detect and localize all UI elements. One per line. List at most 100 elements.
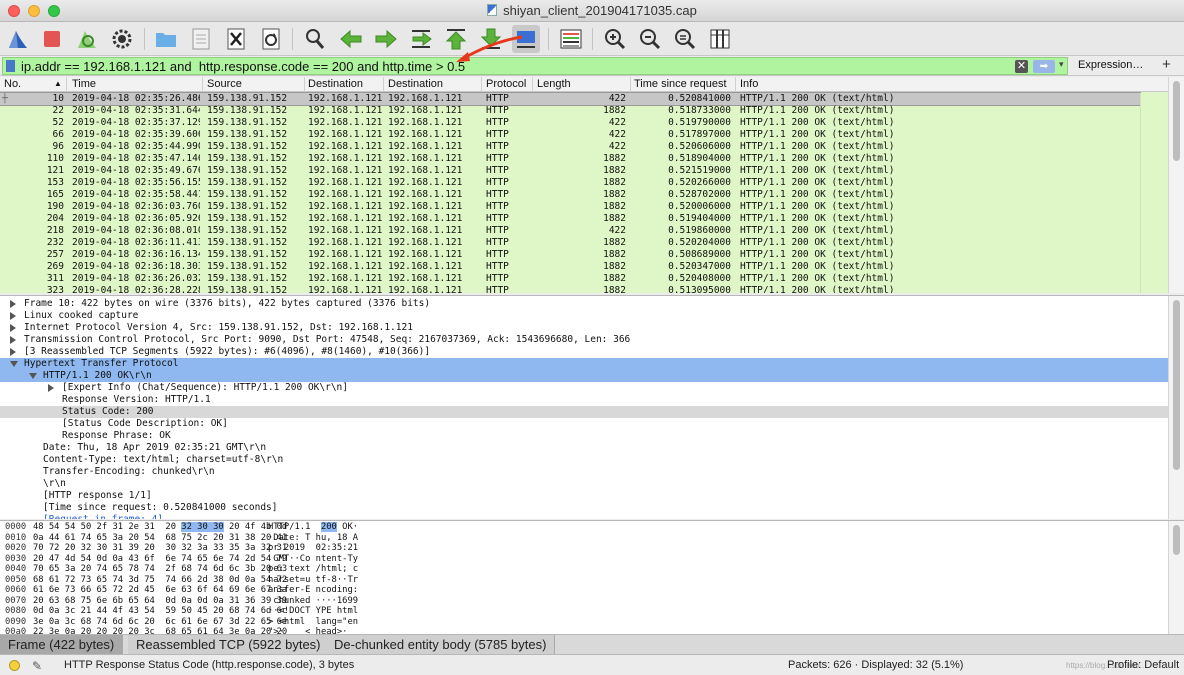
tab-reassembled-tcp[interactable]: Reassembled TCP (5922 bytes) [128, 635, 330, 655]
detail-tree-item[interactable]: [HTTP response 1/1] [0, 490, 1168, 502]
detail-tree-item[interactable]: Linux cooked capture [0, 310, 1168, 322]
column-header-protocol[interactable]: Protocol [486, 78, 526, 90]
detail-tree-item[interactable]: [3 Reassembled TCP Segments (5922 bytes)… [0, 346, 1168, 358]
restart-capture-icon[interactable] [73, 25, 101, 53]
bytes-row[interactable]: 0020 70 72 20 32 30 31 39 20 30 32 3a 33 … [0, 543, 1160, 554]
column-header-time-since-request[interactable]: Time since request [634, 78, 727, 90]
packet-row[interactable]: 121 2019-04-18 02:35:49.676… 159.138.91.15… [0, 165, 1140, 177]
detail-tree-item[interactable]: Internet Protocol Version 4, Src: 159.13… [0, 322, 1168, 334]
capture-comment-icon[interactable]: ✎ [32, 659, 42, 673]
packet-row[interactable]: 165 2019-04-18 02:35:58.441… 159.138.91.15… [0, 189, 1140, 201]
packet-row[interactable]: 66 2019-04-18 02:35:39.606… 159.138.91.152… [0, 129, 1140, 141]
detail-tree-item[interactable]: Transfer-Encoding: chunked\r\n [0, 466, 1168, 478]
add-filter-button[interactable]: + [1162, 56, 1171, 73]
packet-details-scrollbar-thumb[interactable] [1173, 300, 1180, 470]
zoom-normal-icon[interactable] [671, 25, 699, 53]
packet-bytes-scrollbar[interactable] [1168, 521, 1184, 634]
expand-arrow-icon[interactable] [10, 336, 16, 344]
packet-list-scrollbar[interactable] [1168, 77, 1184, 293]
packet-row[interactable]: 257 2019-04-18 02:36:16.134… 159.138.91.15… [0, 249, 1140, 261]
packet-row[interactable]: 269 2019-04-18 02:36:18.303… 159.138.91.15… [0, 261, 1140, 273]
bytes-row[interactable]: 0040 70 65 3a 20 74 65 78 74 2f 68 74 6d … [0, 564, 1160, 575]
bytes-row[interactable]: 0030 20 47 4d 54 0d 0a 43 6f 6e 74 65 6e … [0, 554, 1160, 565]
detail-tree-item[interactable]: Hypertext Transfer Protocol [0, 358, 1168, 370]
find-packet-icon[interactable] [301, 25, 329, 53]
packet-row[interactable]: 218 2019-04-18 02:36:08.010… 159.138.91.15… [0, 225, 1140, 237]
go-back-icon[interactable] [337, 25, 365, 53]
expert-info-led-icon[interactable] [9, 660, 20, 671]
resize-columns-icon[interactable] [706, 25, 734, 53]
detail-tree-item[interactable]: Frame 10: 422 bytes on wire (3376 bits),… [0, 298, 1168, 310]
close-file-icon[interactable] [222, 25, 250, 53]
open-file-icon[interactable] [152, 25, 180, 53]
column-header-info[interactable]: Info [740, 78, 758, 90]
detail-tree-item[interactable]: [Status Code Description: OK] [0, 418, 1168, 430]
column-header-no[interactable]: No. [4, 78, 21, 90]
save-file-icon[interactable] [187, 25, 215, 53]
expression-button[interactable]: Expression… [1078, 59, 1143, 71]
detail-tree-item[interactable]: Transmission Control Protocol, Src Port:… [0, 334, 1168, 346]
bytes-row[interactable]: 0080 0d 0a 3c 21 44 4f 43 54 59 50 45 20 … [0, 606, 1160, 617]
expand-arrow-icon[interactable] [10, 300, 16, 308]
detail-tree-item[interactable]: Status Code: 200 [0, 406, 1168, 418]
go-to-packet-icon[interactable] [407, 25, 435, 53]
packet-bytes-scrollbar-thumb[interactable] [1173, 525, 1180, 555]
detail-tree-item[interactable]: Date: Thu, 18 Apr 2019 02:35:21 GMT\r\n [0, 442, 1168, 454]
packet-row[interactable]: 311 2019-04-18 02:36:26.032… 159.138.91.15… [0, 273, 1140, 285]
detail-tree-item[interactable]: [Request in frame: 4] [0, 514, 1168, 519]
packet-row[interactable]: 22 2019-04-18 02:35:31.644… 159.138.91.152… [0, 105, 1140, 117]
go-forward-icon[interactable] [372, 25, 400, 53]
apply-filter-icon[interactable]: ➡ [1033, 60, 1055, 73]
expand-arrow-icon[interactable] [48, 384, 54, 392]
packet-row[interactable]: 110 2019-04-18 02:35:47.146… 159.138.91.15… [0, 153, 1140, 165]
packet-row[interactable]: 232 2019-04-18 02:36:11.413… 159.138.91.15… [0, 237, 1140, 249]
bytes-row[interactable]: 00a0 22 3e 0a 20 20 20 20 3c 68 65 61 64 … [0, 627, 1160, 634]
detail-tree-item[interactable]: [Expert Info (Chat/Sequence): HTTP/1.1 2… [0, 382, 1168, 394]
start-capture-icon[interactable] [4, 25, 32, 53]
packet-row[interactable]: 153 2019-04-18 02:35:56.155… 159.138.91.15… [0, 177, 1140, 189]
bytes-row[interactable]: 0070 20 63 68 75 6e 6b 65 64 0d 0a 0d 0a … [0, 596, 1160, 607]
column-header-source[interactable]: Source [207, 78, 242, 90]
filter-bookmark-icon[interactable] [6, 60, 15, 72]
packet-row[interactable]: 204 2019-04-18 02:36:05.926… 159.138.91.15… [0, 213, 1140, 225]
column-header-destination[interactable]: Destination [308, 78, 363, 90]
column-header-time[interactable]: Time [72, 78, 96, 90]
stop-capture-icon[interactable] [38, 25, 66, 53]
packet-row[interactable]: 323 2019-04-18 02:36:28.228… 159.138.91.15… [0, 285, 1140, 293]
tab-dechunked-body[interactable]: De-chunked entity body (5785 bytes) [326, 635, 556, 655]
filter-history-dropdown-icon[interactable]: ▾ [1059, 59, 1064, 70]
expand-arrow-icon[interactable] [10, 324, 16, 332]
detail-tree-item[interactable]: HTTP/1.1 200 OK\r\n [0, 370, 1168, 382]
detail-tree-item[interactable]: Response Version: HTTP/1.1 [0, 394, 1168, 406]
status-profile[interactable]: Profile: Default [1107, 659, 1179, 671]
bytes-row[interactable]: 0060 61 6e 73 66 65 72 2d 45 6e 63 6f 64 … [0, 585, 1160, 596]
bytes-row[interactable]: 0010 0a 44 61 74 65 3a 20 54 68 75 2c 20 … [0, 533, 1160, 544]
bytes-row[interactable]: 0050 68 61 72 73 65 74 3d 75 74 66 2d 38 … [0, 575, 1160, 586]
expand-arrow-icon[interactable] [10, 312, 16, 320]
packet-row[interactable]: ┼ 10 2019-04-18 02:35:26.486… 159.138.91.15… [0, 92, 1141, 106]
zoom-in-icon[interactable] [601, 25, 629, 53]
collapse-arrow-icon[interactable] [29, 373, 37, 379]
column-header-destination-2[interactable]: Destination [388, 78, 443, 90]
packet-list-minimap[interactable] [1140, 93, 1168, 293]
packet-row[interactable]: 52 2019-04-18 02:35:37.129… 159.138.91.152… [0, 117, 1140, 129]
collapse-arrow-icon[interactable] [10, 361, 18, 367]
detail-tree-item[interactable]: Response Phrase: OK [0, 430, 1168, 442]
tab-frame-bytes[interactable]: Frame (422 bytes) [0, 635, 124, 655]
packet-list-scrollbar-thumb[interactable] [1173, 81, 1180, 161]
reload-file-icon[interactable] [257, 25, 285, 53]
display-filter-text[interactable]: ip.addr == 192.168.1.121 and http.respon… [21, 59, 465, 74]
capture-options-icon[interactable] [108, 25, 136, 53]
packet-row[interactable]: 190 2019-04-18 02:36:03.760… 159.138.91.15… [0, 201, 1140, 213]
detail-tree-item[interactable]: [Time since request: 0.520841000 seconds… [0, 502, 1168, 514]
clear-filter-icon[interactable]: ✕ [1015, 60, 1028, 73]
detail-tree-item[interactable]: \r\n [0, 478, 1168, 490]
colorize-icon[interactable] [557, 25, 585, 53]
zoom-out-icon[interactable] [636, 25, 664, 53]
display-filter-input[interactable]: ip.addr == 192.168.1.121 and http.respon… [2, 57, 1068, 75]
column-header-length[interactable]: Length [537, 78, 571, 90]
expand-arrow-icon[interactable] [10, 348, 16, 356]
packet-details-scrollbar[interactable] [1168, 296, 1184, 519]
bytes-row[interactable]: 0000 48 54 54 50 2f 31 2e 31 20 32 30 30 … [0, 522, 1160, 533]
detail-tree-item[interactable]: Content-Type: text/html; charset=utf-8\r… [0, 454, 1168, 466]
